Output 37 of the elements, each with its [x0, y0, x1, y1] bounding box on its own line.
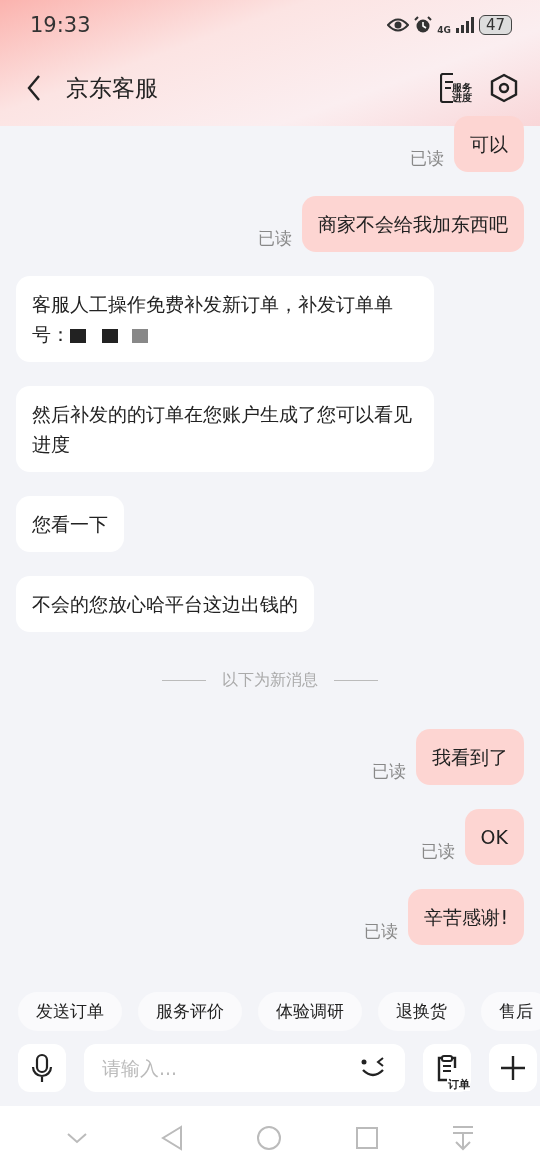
read-status: 已读 [258, 227, 292, 250]
sent-message: 辛苦感谢! [408, 889, 524, 945]
microphone-icon [30, 1053, 54, 1083]
quick-reply-chip[interactable]: 退换货 [378, 991, 465, 1031]
sent-message: OK [464, 809, 524, 865]
sent-message: 商家不会给我加东西吧 [302, 196, 524, 252]
service-progress-button[interactable]: 服务 进度 [440, 73, 472, 103]
back-icon[interactable] [26, 74, 42, 102]
sent-message: 我看到了 [416, 729, 524, 785]
alarm-icon [414, 16, 433, 34]
battery-indicator: 47 [478, 15, 512, 35]
read-status: 已读 [364, 920, 399, 943]
new-messages-divider: 以下为新消息 [222, 670, 318, 691]
received-message: 您看一下 [16, 496, 124, 552]
quick-reply-chip[interactable]: 体验调研 [258, 991, 362, 1031]
voice-button[interactable] [18, 1044, 66, 1092]
settings-icon[interactable] [490, 73, 518, 103]
read-status: 已读 [420, 840, 455, 863]
network-label: 4G [437, 25, 451, 35]
plus-icon [500, 1055, 526, 1081]
message-input[interactable]: 请输入... [84, 1044, 405, 1092]
sent-message: 可以 [454, 116, 524, 172]
emoji-icon[interactable] [359, 1057, 387, 1079]
eye-icon [387, 17, 410, 33]
received-message: 不会的您放心哈平台这边出钱的 [16, 576, 314, 632]
read-status: 已读 [410, 147, 444, 170]
chat-title: 京东客服 [66, 73, 158, 103]
quick-reply-chip[interactable]: 服务评价 [138, 991, 242, 1031]
status-time: 19:33 [30, 13, 91, 37]
received-message: 客服人工操作免费补发新订单，补发订单单号： [16, 276, 434, 362]
quick-reply-chip[interactable]: 售后 [481, 991, 540, 1031]
order-button[interactable]: 订单 [423, 1044, 471, 1092]
add-button[interactable] [489, 1044, 537, 1092]
quick-reply-chip[interactable]: 发送订单 [18, 991, 122, 1031]
received-message: 然后补发的的订单在您账户生成了您可以看见进度 [16, 386, 434, 472]
read-status: 已读 [372, 760, 406, 783]
signal-icon [455, 17, 474, 33]
